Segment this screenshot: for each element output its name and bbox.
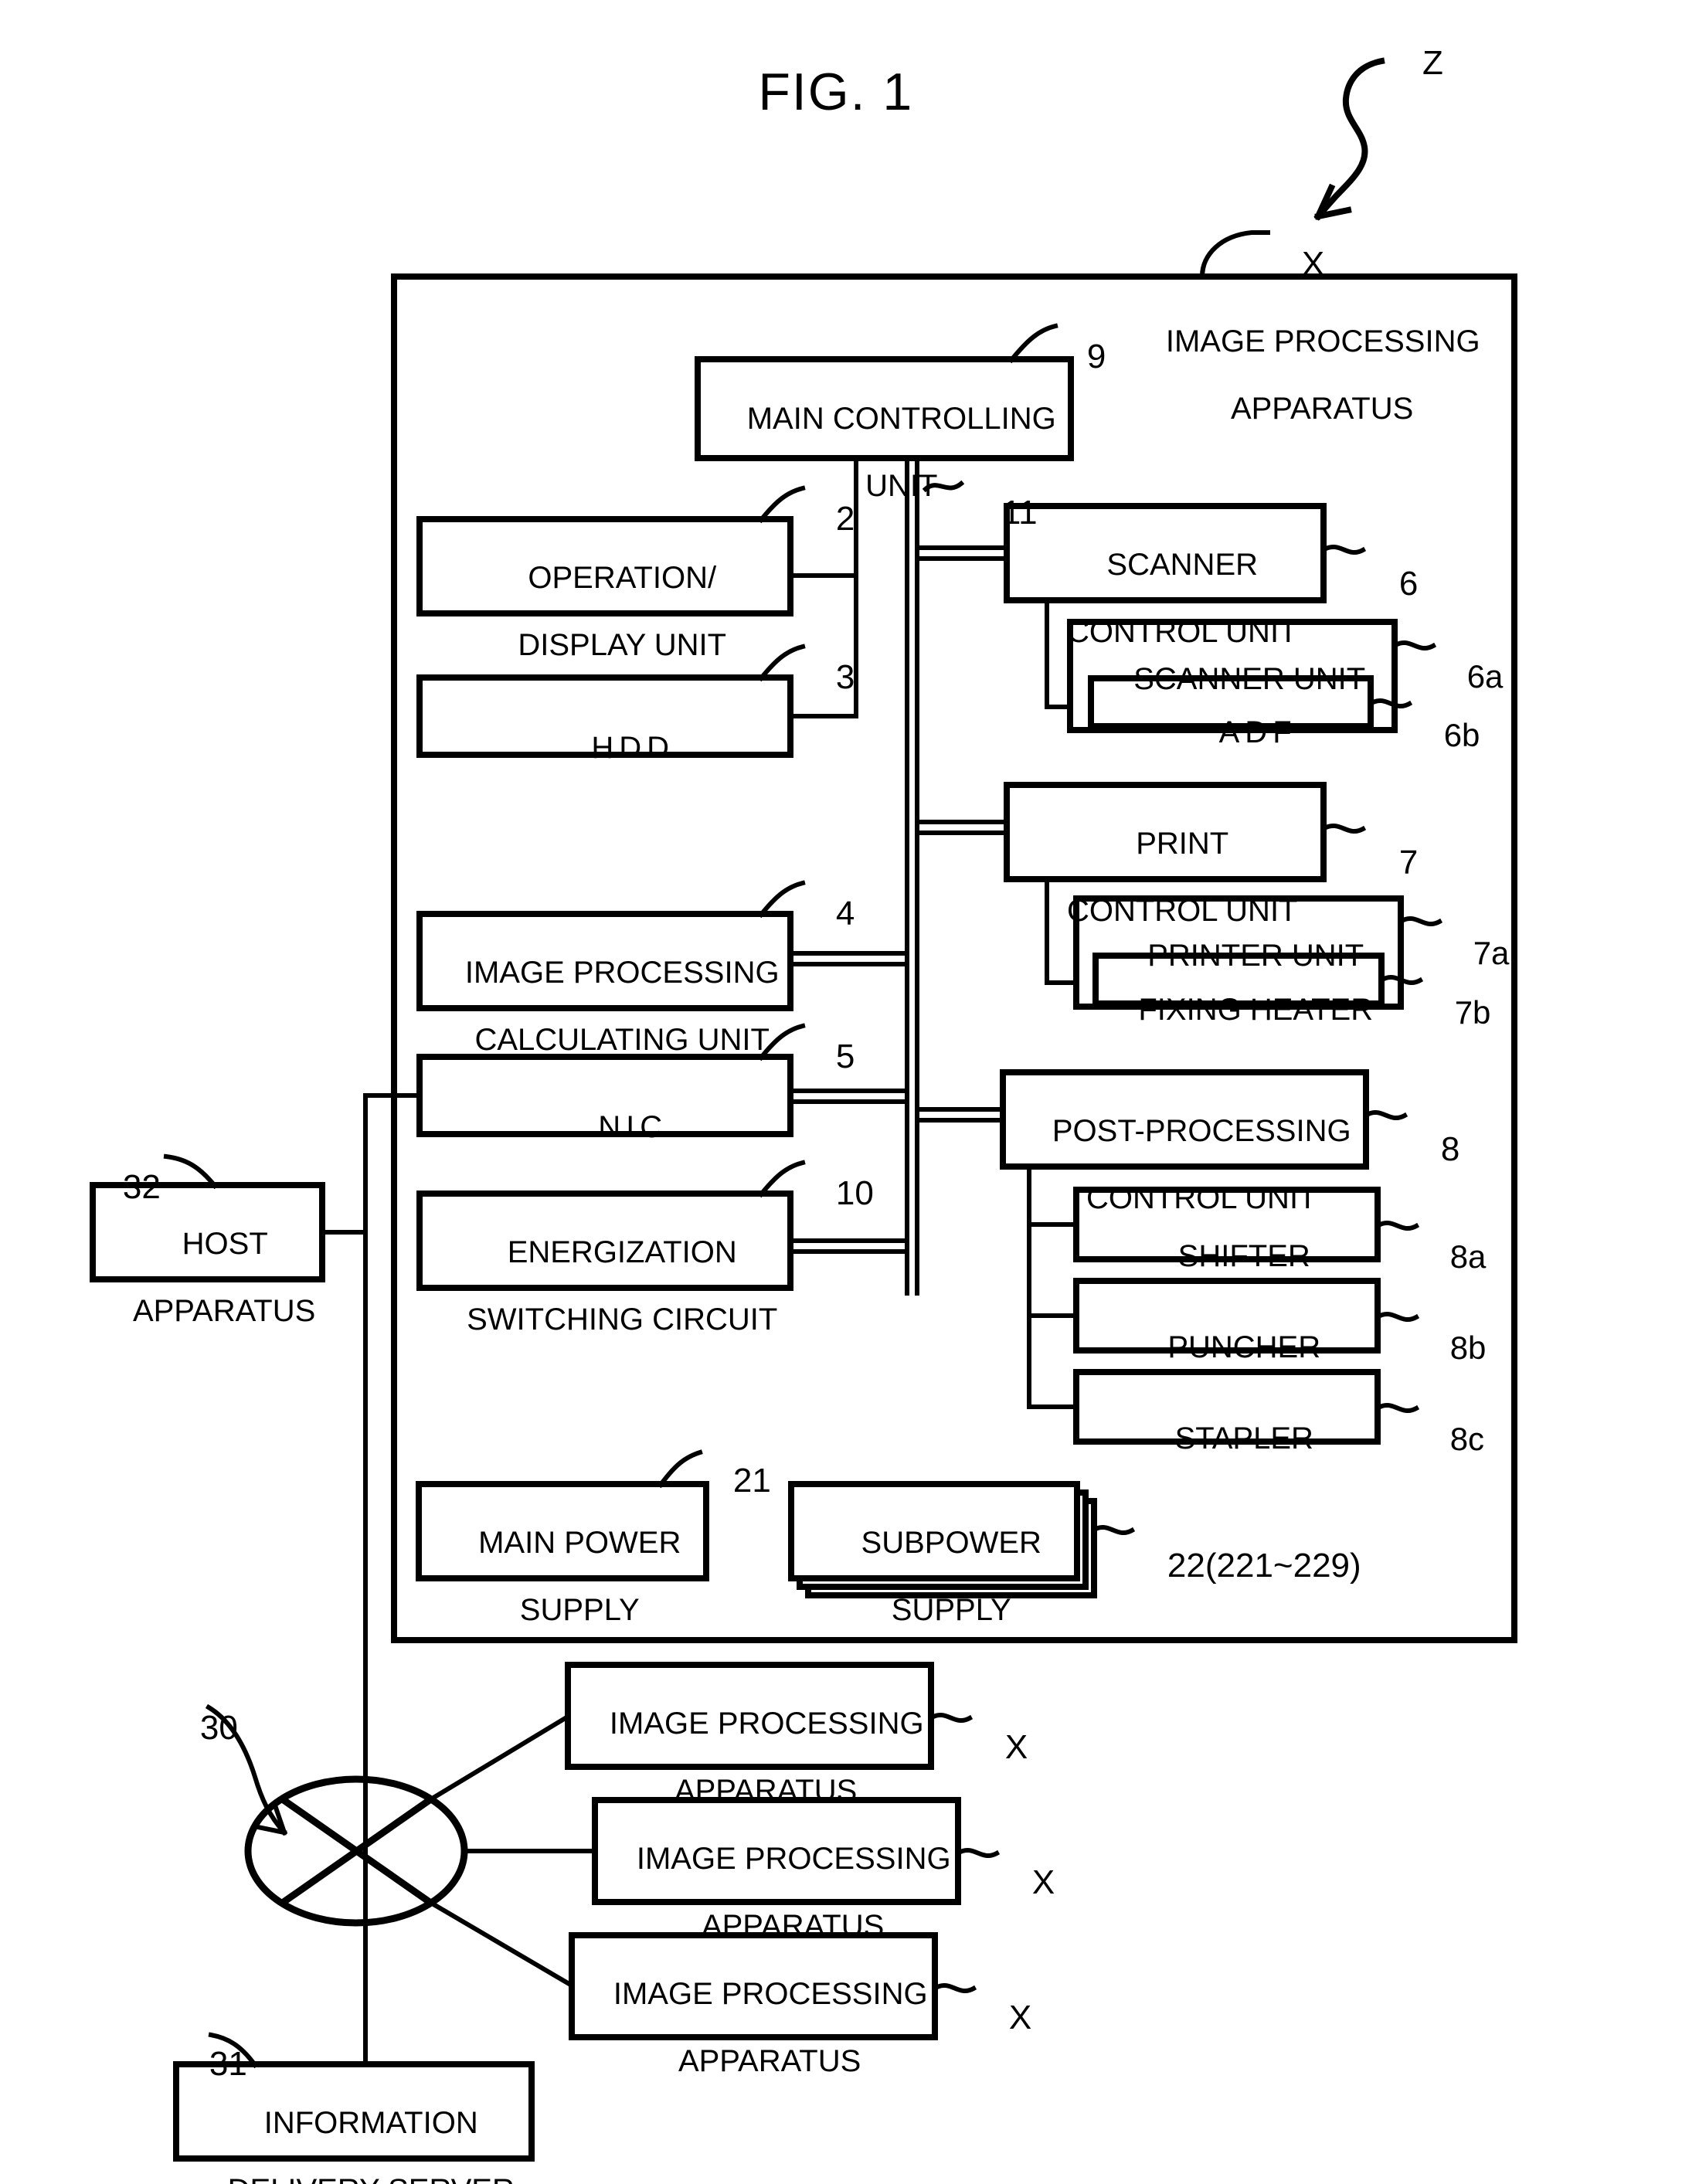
label-fixing-heater: FIXING HEATER: [1138, 993, 1374, 1027]
label-information-delivery-server: INFORMATION DELIVERY SERVER: [228, 2106, 515, 2184]
network-branch-1: [426, 1713, 572, 1804]
reference-z: Z: [1422, 43, 1443, 82]
reference-5: 5: [835, 1037, 855, 1075]
reference-4: 4: [835, 894, 855, 932]
label-shifter: SHIFTER: [1177, 1239, 1310, 1274]
leader-net-x-1: [928, 1712, 974, 1724]
figure-title: FIG. 1: [641, 8, 966, 178]
network-branch-3: [426, 1898, 576, 1989]
leader-apparatus-x: [1199, 230, 1270, 279]
reference-8c: 8c: [1449, 1421, 1485, 1458]
leader-22: [1090, 1524, 1136, 1536]
reference-network-apparatus-1-x: X: [1004, 1727, 1028, 1766]
reference-21: 21: [732, 1461, 771, 1500]
label-energization-switching-circuit: ENERGIZATION SWITCHING CIRCUIT: [467, 1235, 778, 1337]
figure-title-text: FIG. 1: [758, 63, 914, 122]
leader-6: [1320, 544, 1367, 555]
label-puncher: PUNCHER: [1167, 1330, 1321, 1365]
reference-8b: 8b: [1449, 1330, 1487, 1367]
leader-net-x-3: [932, 1982, 977, 1994]
apparatus-title: IMAGE PROCESSING APPARATUS: [1120, 292, 1491, 459]
reference-32: 32: [122, 1167, 161, 1206]
reference-8: 8: [1440, 1129, 1460, 1168]
apparatus-title-line1: IMAGE PROCESSING: [1165, 324, 1480, 359]
label-hdd: HDD: [591, 731, 675, 766]
reference-2: 2: [835, 499, 855, 538]
reference-30: 30: [199, 1708, 238, 1747]
label-main-power-supply: MAIN POWER SUPPLY: [478, 1526, 681, 1627]
leader-8c: [1374, 1402, 1420, 1414]
reference-network-apparatus-3-x: X: [1008, 1998, 1032, 2036]
leader-8: [1363, 1109, 1408, 1121]
label-subpower-supply: SUBPOWER SUPPLY: [861, 1526, 1041, 1627]
leader-21: [657, 1449, 703, 1489]
reference-6: 6: [1398, 564, 1419, 603]
leader-6a: [1391, 640, 1437, 651]
apparatus-title-line2: APPARATUS: [1230, 391, 1414, 426]
label-adf: ADF: [1218, 715, 1297, 750]
label-operation-display-unit: OPERATION/ DISPLAY UNIT: [518, 561, 727, 662]
label-stapler: STAPLER: [1174, 1421, 1313, 1456]
label-network-apparatus-3: IMAGE PROCESSING APPARATUS: [613, 1977, 928, 2078]
leader-32: [163, 1153, 219, 1190]
reference-10: 10: [835, 1174, 874, 1212]
reference-8a: 8a: [1449, 1238, 1487, 1275]
reference-22: 22(221~229): [1167, 1546, 1361, 1585]
reference-31: 31: [209, 2044, 247, 2083]
patent-figure-sheet: FIG. 1 Z X IMAGE PROCESSING APPARATUS MA…: [0, 0, 1682, 2184]
leader-net-x-2: [955, 1847, 1001, 1859]
leader-8b: [1374, 1311, 1420, 1323]
reference-7: 7: [1398, 843, 1419, 881]
label-nic: NIC: [598, 1110, 668, 1145]
reference-9: 9: [1086, 337, 1106, 375]
leader-8a: [1374, 1220, 1420, 1231]
reference-network-apparatus-2-x: X: [1031, 1863, 1055, 1901]
reference-7b: 7b: [1454, 994, 1491, 1031]
label-image-processing-calculating-unit: IMAGE PROCESSING CALCULATING UNIT: [464, 956, 780, 1057]
reference-3: 3: [835, 657, 855, 696]
leader-7a: [1398, 915, 1443, 927]
leader-4: [757, 880, 806, 919]
reference-6b: 6b: [1443, 717, 1480, 754]
leader-7: [1320, 823, 1367, 834]
